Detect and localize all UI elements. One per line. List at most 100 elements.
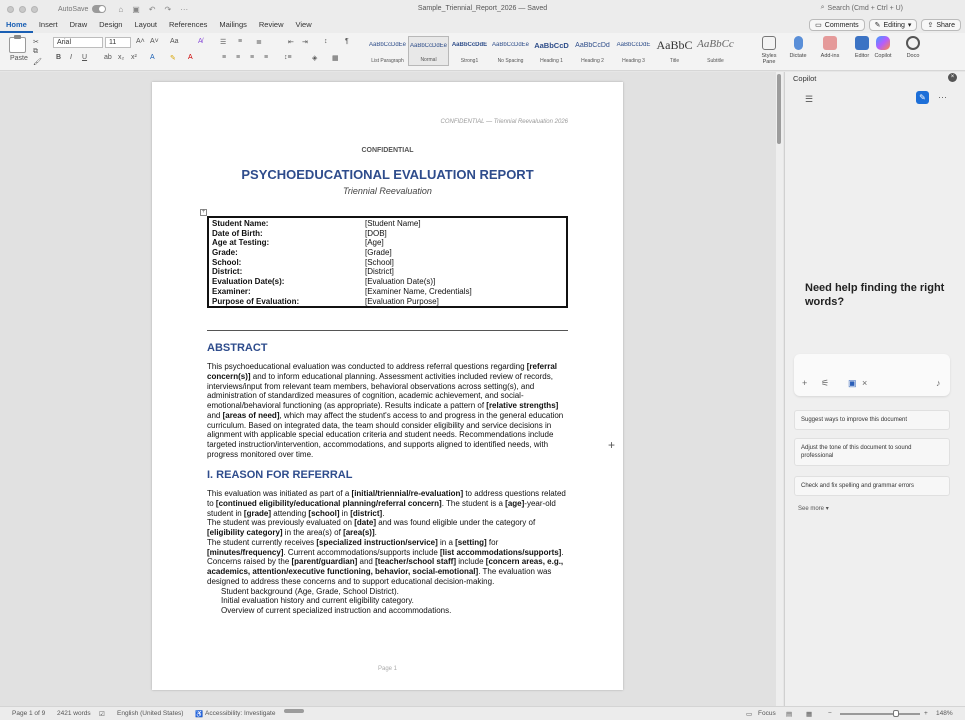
line-spacing-icon[interactable]: ↕≡ — [284, 54, 292, 61]
shading-icon[interactable]: ◈ — [312, 54, 317, 62]
dictate-button[interactable]: Dictate — [784, 36, 812, 59]
font-color-icon[interactable]: A — [188, 54, 193, 61]
font-size-select[interactable]: 11 — [105, 37, 131, 48]
style-heading-1[interactable]: AaBbCcD Heading 1 — [531, 36, 572, 66]
more-options-icon[interactable]: ··· — [938, 92, 947, 102]
bullets-icon[interactable]: ☰ — [220, 38, 226, 46]
highlight-icon[interactable]: ✎ — [170, 54, 176, 62]
close-pane-icon[interactable]: × — [948, 73, 957, 82]
settings-sliders-icon[interactable]: ⚟ — [821, 378, 829, 389]
home-icon[interactable]: ⌂ — [118, 5, 123, 14]
editing-mode-button[interactable]: ✎ Editing ▾ — [868, 19, 918, 31]
cut-icon[interactable]: ✂ — [33, 38, 39, 46]
subscript-icon[interactable]: x₂ — [118, 54, 124, 61]
abstract-paragraph[interactable]: This psychoeducational evaluation was co… — [207, 362, 568, 460]
tab-review[interactable]: Review — [253, 18, 290, 33]
microphone-icon[interactable]: ♪ — [936, 378, 941, 388]
add-ins-button[interactable]: Add-ins — [816, 36, 844, 59]
plus-icon[interactable]: + — [802, 378, 807, 388]
word-count[interactable]: 2421 words — [57, 710, 91, 717]
document-canvas[interactable]: CONFIDENTIAL — Triennial Reevaluation 20… — [0, 72, 776, 706]
copy-icon[interactable]: ⧉ — [33, 48, 38, 56]
styles-pane-button[interactable]: Styles Pane — [755, 36, 783, 65]
italic-icon[interactable]: I — [70, 54, 72, 61]
strikethrough-icon[interactable]: ab — [104, 54, 112, 61]
suggestion-spelling[interactable]: Check and fix spelling and grammar error… — [794, 476, 950, 496]
student-info-table[interactable]: Student Name: [Student Name] Date of Birt… — [207, 216, 568, 308]
numbering-icon[interactable]: ≡ — [238, 38, 242, 45]
shrink-font-icon[interactable]: A˅ — [150, 38, 159, 45]
language-status[interactable]: English (United States) — [117, 710, 183, 717]
tab-home[interactable]: Home — [0, 18, 33, 33]
doco-button[interactable]: Doco — [899, 36, 927, 59]
tab-design[interactable]: Design — [93, 18, 128, 33]
style-title[interactable]: AaBbC Title — [654, 36, 695, 66]
copilot-prompt-box[interactable]: + ⚟ ▣ × ♪ — [794, 354, 950, 396]
multilevel-list-icon[interactable]: ≣ — [256, 38, 262, 46]
style-subtitle[interactable]: AaBbCc Subtitle — [695, 36, 736, 66]
align-center-icon[interactable]: ≡ — [236, 54, 240, 61]
page-count[interactable]: Page 1 of 9 — [12, 710, 45, 717]
new-chat-icon[interactable]: ✎ — [916, 91, 929, 104]
zoom-window-button[interactable] — [31, 5, 38, 13]
focus-mode[interactable]: Focus — [758, 710, 776, 717]
style-heading-3[interactable]: AaBbCcDdE Heading 3 — [613, 36, 654, 66]
web-layout-icon[interactable]: ▦ — [806, 710, 812, 718]
close-window-button[interactable] — [7, 5, 14, 13]
text-effects-icon[interactable]: A — [150, 54, 155, 61]
accessibility-status[interactable]: Accessibility: Investigate — [205, 710, 275, 717]
horizontal-scroll-thumb[interactable] — [284, 709, 304, 713]
print-layout-icon[interactable]: ▤ — [786, 710, 792, 718]
superscript-icon[interactable]: x² — [131, 54, 137, 61]
document-page[interactable]: CONFIDENTIAL — Triennial Reevaluation 20… — [152, 82, 623, 690]
remove-context-icon[interactable]: × — [862, 378, 867, 388]
tab-layout[interactable]: Layout — [128, 18, 163, 33]
grow-font-icon[interactable]: A˄ — [136, 38, 145, 45]
change-case-icon[interactable]: Aa — [170, 38, 179, 45]
zoom-in-icon[interactable]: + — [924, 710, 928, 717]
proofing-icon[interactable]: ☑ — [99, 710, 105, 718]
zoom-slider-thumb[interactable] — [893, 710, 899, 717]
hamburger-menu-icon[interactable]: ☰ — [805, 94, 813, 105]
underline-icon[interactable]: U — [82, 54, 87, 61]
tab-references[interactable]: References — [163, 18, 213, 33]
focus-icon[interactable]: ▭ — [746, 710, 752, 718]
style-normal[interactable]: AaBbCcDdEe Normal — [408, 36, 449, 66]
suggestion-tone[interactable]: Adjust the tone of this document to soun… — [794, 438, 950, 466]
tab-view[interactable]: View — [289, 18, 317, 33]
tab-mailings[interactable]: Mailings — [213, 18, 253, 33]
table-move-handle-icon[interactable]: + — [200, 209, 207, 216]
copilot-ribbon-button[interactable]: Copilot — [869, 36, 897, 59]
increase-indent-icon[interactable]: ⇥ — [302, 38, 308, 46]
share-button[interactable]: ⇪ Share — [921, 19, 961, 31]
vertical-scrollbar[interactable] — [776, 72, 783, 706]
undo-icon[interactable]: ↶ — [149, 5, 156, 14]
comments-button[interactable]: ▭ Comments — [809, 19, 865, 31]
search-box[interactable]: ⌕ Search (Cmd + Ctrl + U) — [821, 4, 903, 12]
tab-insert[interactable]: Insert — [33, 18, 64, 33]
zoom-level[interactable]: 148% — [936, 710, 953, 717]
zoom-out-icon[interactable]: − — [828, 710, 832, 717]
save-icon[interactable]: ▣ — [132, 5, 140, 14]
tab-draw[interactable]: Draw — [64, 18, 94, 33]
vertical-scroll-thumb[interactable] — [777, 74, 781, 144]
reason-paragraphs[interactable]: This evaluation was initiated as part of… — [207, 489, 568, 616]
redo-icon[interactable]: ↷ — [164, 5, 171, 14]
see-more-link[interactable]: See more ▾ — [798, 505, 829, 512]
borders-icon[interactable]: ▦ — [332, 54, 339, 62]
paste-icon[interactable] — [9, 35, 26, 53]
suggestion-improve[interactable]: Suggest ways to improve this document — [794, 410, 950, 430]
autosave-control[interactable]: AutoSave — [58, 5, 107, 13]
style-no-spacing[interactable]: AaBbCcDdEe No Spacing — [490, 36, 531, 66]
sort-icon[interactable]: ↕ — [324, 38, 328, 45]
align-left-icon[interactable]: ≡ — [222, 54, 226, 61]
decrease-indent-icon[interactable]: ⇤ — [288, 38, 294, 46]
autosave-toggle[interactable] — [92, 5, 107, 13]
show-marks-icon[interactable]: ¶ — [345, 38, 349, 45]
minimize-window-button[interactable] — [19, 5, 26, 13]
justify-icon[interactable]: ≡ — [264, 54, 268, 61]
clear-formatting-icon[interactable]: A̸ — [198, 38, 203, 45]
align-right-icon[interactable]: ≡ — [250, 54, 254, 61]
format-painter-icon[interactable]: 🖌 — [33, 58, 42, 66]
style-list-paragraph[interactable]: AaBbCcDdEe List Paragraph — [367, 36, 408, 66]
